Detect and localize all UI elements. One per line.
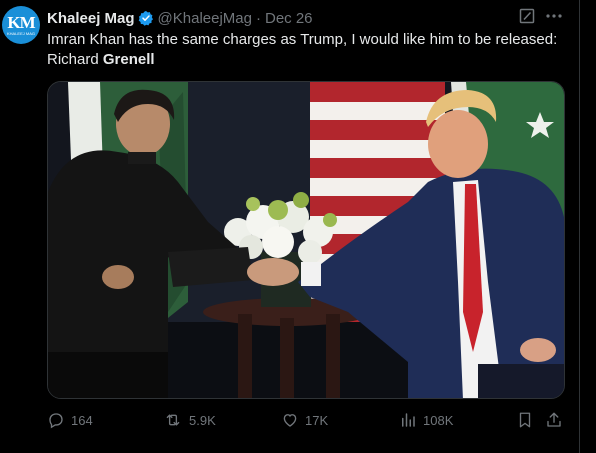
bookmark-button[interactable] [517,411,533,429]
tweet-text-plain: Richard [47,51,103,68]
share-icon [545,411,563,429]
repost-icon [163,411,183,429]
author-name[interactable]: Khaleej Mag [47,10,135,27]
views-icon [399,411,417,429]
tweet-photo[interactable] [47,81,565,399]
reply-button[interactable]: 164 [47,411,93,429]
separator: · [255,9,261,27]
tweet-text-line1: Imran Khan has the same charges as Trump… [47,31,558,48]
repost-button[interactable]: 5.9K [163,411,216,429]
like-button[interactable]: 17K [281,411,328,429]
tweet[interactable]: KM KHALEEJ MAG Khaleej Mag @KhaleejMag ·… [0,0,580,453]
tweet-header: Khaleej Mag @KhaleejMag · Dec 26 [47,8,313,28]
reply-icon [47,411,65,429]
like-count: 17K [305,412,329,428]
more-icon[interactable] [545,8,563,29]
bookmark-icon [517,411,533,429]
views-count: 108K [423,412,454,428]
avatar[interactable]: KM KHALEEJ MAG [2,6,40,44]
avatar-logo-text: KM [7,12,35,32]
tweet-text: Imran Khan has the same charges as Trump… [47,30,572,70]
author-handle[interactable]: @KhaleejMag [158,10,252,27]
tweet-text-line2: Richard Grenell [47,50,572,70]
tweet-date[interactable]: Dec 26 [265,10,313,27]
repost-count: 5.9K [189,412,216,428]
tweet-text-bold: Grenell [102,51,155,68]
tweet-actions: 164 5.9K 17K 108K [47,406,567,434]
grok-icon[interactable] [519,8,535,29]
top-icons [519,8,563,29]
verified-badge-icon [138,10,154,26]
heart-icon [281,411,299,429]
avatar-logo-subtext: KHALEEJ MAG [6,30,35,36]
reply-count: 164 [71,412,93,428]
share-button[interactable] [545,411,563,429]
views-button[interactable]: 108K [399,411,453,429]
